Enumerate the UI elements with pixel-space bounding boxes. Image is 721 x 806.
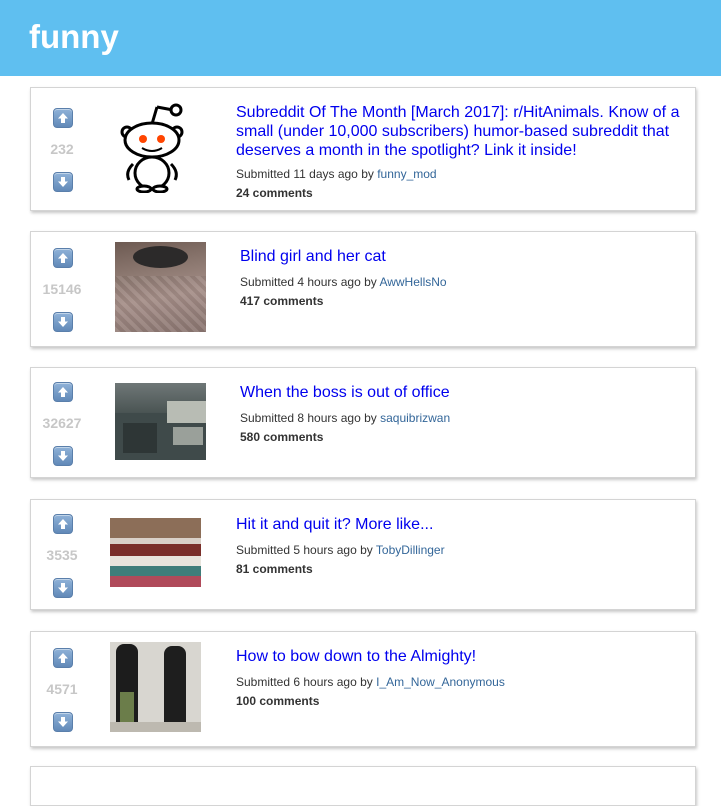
downvote-button[interactable] xyxy=(53,172,73,192)
book-stack-photo[interactable] xyxy=(110,518,201,587)
post-author[interactable]: saquibrizwan xyxy=(380,411,450,425)
downvote-button[interactable] xyxy=(53,312,73,332)
post-submitted: Submitted 8 hours ago by saquibrizwan xyxy=(240,411,450,425)
office-cctv-photo[interactable] xyxy=(115,383,206,460)
clothing-pattern xyxy=(120,692,134,726)
post-title[interactable]: Subreddit Of The Month [March 2017]: r/H… xyxy=(236,103,686,160)
post-author[interactable]: TobyDillinger xyxy=(376,543,445,557)
post-author[interactable]: I_Am_Now_Anonymous xyxy=(376,675,505,689)
background-shelf xyxy=(110,518,201,538)
post-comments[interactable]: 81 comments xyxy=(236,562,313,576)
post-card: 15146 Blind girl and her cat Submitted 4… xyxy=(30,231,696,347)
office-desk xyxy=(167,401,206,423)
post-score: 15146 xyxy=(42,281,82,297)
post-card: 4571 How to bow down to the Almighty! Su… xyxy=(30,631,696,747)
post-comments[interactable]: 580 comments xyxy=(240,430,323,444)
book-spine xyxy=(110,544,201,556)
post-submitted: Submitted 4 hours ago by AwwHellsNo xyxy=(240,275,447,289)
post-score: 3535 xyxy=(46,547,78,563)
post-card xyxy=(30,766,696,806)
floor xyxy=(110,722,201,732)
submitted-prefix: Submitted 5 hours ago by xyxy=(236,543,373,557)
post-card: 32627 When the boss is out of office Sub… xyxy=(30,367,696,478)
post-comments[interactable]: 100 comments xyxy=(236,694,319,708)
blanket-texture xyxy=(115,276,206,332)
upvote-button[interactable] xyxy=(53,108,73,128)
book-spine xyxy=(110,566,201,576)
submitted-prefix: Submitted 6 hours ago by xyxy=(236,675,373,689)
office-chair xyxy=(123,423,157,453)
subreddit-title[interactable]: funny xyxy=(29,18,119,56)
post-card: 232 Subreddit Of The Month [March 2017]:… xyxy=(30,87,696,211)
downvote-button[interactable] xyxy=(53,578,73,598)
post-submitted: Submitted 11 days ago by funny_mod xyxy=(236,167,437,181)
downvote-button[interactable] xyxy=(53,712,73,732)
book-spine xyxy=(110,556,201,566)
post-title[interactable]: Blind girl and her cat xyxy=(240,247,680,266)
post-author[interactable]: funny_mod xyxy=(377,167,436,181)
post-submitted: Submitted 6 hours ago by I_Am_Now_Anonym… xyxy=(236,675,505,689)
submitted-prefix: Submitted 4 hours ago by xyxy=(240,275,377,289)
submitted-prefix: Submitted 11 days ago by xyxy=(236,167,374,181)
post-title[interactable]: How to bow down to the Almighty! xyxy=(236,647,676,666)
cat-shape xyxy=(133,246,188,268)
post-comments[interactable]: 417 comments xyxy=(240,294,323,308)
post-submitted: Submitted 5 hours ago by TobyDillinger xyxy=(236,543,445,557)
office-desk xyxy=(173,427,203,445)
header-bar: funny xyxy=(0,0,721,76)
upvote-button[interactable] xyxy=(53,514,73,534)
reddit-alien-icon[interactable] xyxy=(117,98,187,193)
post-title[interactable]: When the boss is out of office xyxy=(240,383,680,402)
upvote-button[interactable] xyxy=(53,382,73,402)
post-author[interactable]: AwwHellsNo xyxy=(379,275,446,289)
person-silhouette xyxy=(164,646,186,730)
post-score: 232 xyxy=(50,141,74,157)
book-spine xyxy=(110,576,201,587)
two-people-photo[interactable] xyxy=(110,642,201,732)
post-title[interactable]: Hit it and quit it? More like... xyxy=(236,515,676,534)
cat-on-bed-photo[interactable] xyxy=(115,242,206,332)
post-card: 3535 Hit it and quit it? More like... Su… xyxy=(30,499,696,610)
upvote-button[interactable] xyxy=(53,248,73,268)
post-score: 32627 xyxy=(42,415,82,431)
upvote-button[interactable] xyxy=(53,648,73,668)
post-comments[interactable]: 24 comments xyxy=(236,186,313,200)
post-score: 4571 xyxy=(46,681,78,697)
submitted-prefix: Submitted 8 hours ago by xyxy=(240,411,377,425)
downvote-button[interactable] xyxy=(53,446,73,466)
